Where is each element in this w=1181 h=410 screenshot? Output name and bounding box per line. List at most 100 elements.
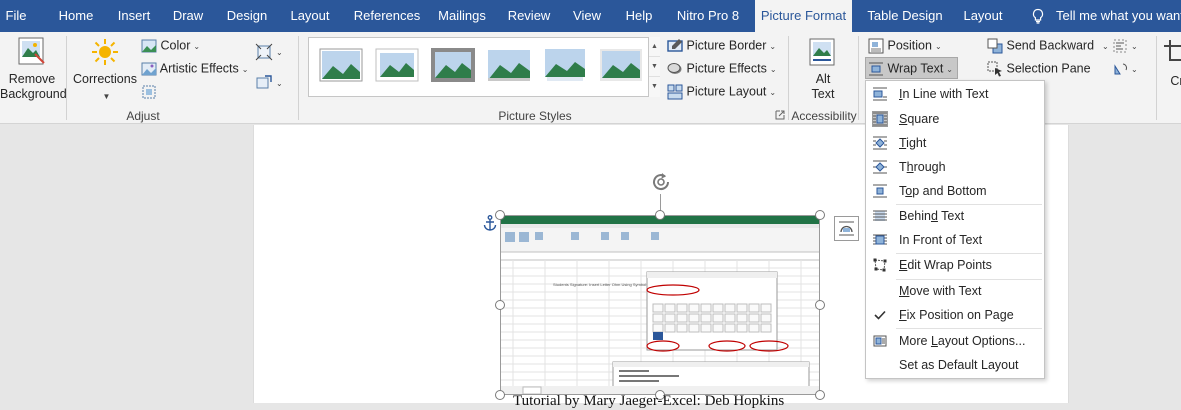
rotate-button[interactable]: ⌄ bbox=[1112, 61, 1138, 77]
tab-mailings[interactable]: Mailings bbox=[433, 0, 491, 32]
picture-style-thumbnail-selected[interactable] bbox=[431, 48, 475, 82]
selected-picture[interactable]: Students Signature: Insert Letter Ohm Us… bbox=[500, 215, 820, 395]
menu-item-fix-position-on-page[interactable]: Fix Position on Page bbox=[866, 303, 1044, 327]
menu-item-top-and-bottom[interactable]: Top and Bottom bbox=[866, 179, 1044, 203]
picture-border-icon bbox=[667, 39, 683, 52]
menu-item-more-layout-options[interactable]: More Layout Options... bbox=[866, 329, 1044, 353]
transparency-icon bbox=[142, 85, 156, 99]
menu-item-edit-wrap-points[interactable]: Edit Wrap Points bbox=[866, 253, 1044, 277]
group-label-accessibility: Accessibility bbox=[791, 109, 857, 123]
picture-style-thumbnail[interactable] bbox=[543, 48, 587, 82]
selection-pane-button[interactable]: Selection Pane bbox=[987, 61, 1091, 77]
svg-text:Students Signature: Insert Let: Students Signature: Insert Letter Ohm Us… bbox=[553, 282, 648, 287]
menu-item-label: Top and Bottom bbox=[899, 184, 987, 198]
menu-item-through[interactable]: Through bbox=[866, 155, 1044, 179]
gallery-scroll[interactable]: ▲ ▼ ▼ bbox=[648, 37, 660, 97]
menu-item-label: Set as Default Layout bbox=[899, 358, 1019, 372]
align-button[interactable]: ⌄ bbox=[1112, 38, 1138, 54]
color-label: Color bbox=[160, 38, 191, 53]
change-picture-icon bbox=[256, 75, 272, 89]
ribbon-separator bbox=[858, 36, 859, 120]
resize-handle-bottom-right[interactable] bbox=[815, 390, 825, 400]
chevron-down-icon: ▼ bbox=[102, 92, 111, 101]
wrap-text-button-label[interactable]: Wrap Text ⌄ bbox=[868, 61, 953, 77]
tab-table-layout[interactable]: Layout bbox=[957, 0, 1009, 32]
resize-handle-left[interactable] bbox=[495, 300, 505, 310]
resize-handle-top[interactable] bbox=[655, 210, 665, 220]
sun-icon bbox=[92, 39, 118, 65]
compress-pictures-icon bbox=[255, 43, 273, 61]
crop-button[interactable]: Cr bbox=[1162, 38, 1181, 89]
position-button[interactable]: Position ⌄ bbox=[868, 38, 942, 54]
resize-handle-right[interactable] bbox=[815, 300, 825, 310]
tab-home[interactable]: Home bbox=[52, 0, 100, 32]
menu-item-in-front-of-text[interactable]: In Front of Text bbox=[866, 228, 1044, 252]
tab-table-design[interactable]: Table Design bbox=[862, 0, 948, 32]
menu-item-square[interactable]: Square bbox=[866, 107, 1044, 131]
resize-handle-bottom-left[interactable] bbox=[495, 390, 505, 400]
menu-item-set-as-default-layout[interactable]: Set as Default Layout bbox=[866, 353, 1044, 377]
alt-text-icon bbox=[809, 38, 835, 66]
tab-picture-format[interactable]: Picture Format bbox=[755, 0, 852, 32]
tab-file[interactable]: File bbox=[0, 0, 32, 32]
tab-review[interactable]: Review bbox=[503, 0, 555, 32]
through-wrap-icon bbox=[873, 160, 887, 174]
transparency-button[interactable] bbox=[141, 84, 157, 100]
corrections-button[interactable]: Corrections ▼ bbox=[72, 37, 138, 104]
in-line-with-text-icon bbox=[873, 87, 887, 101]
picture-border-button[interactable]: Picture Border ⌄ bbox=[667, 38, 776, 54]
remove-background-line2: Background bbox=[0, 87, 67, 101]
resize-handle-top-right[interactable] bbox=[815, 210, 825, 220]
chevron-down-icon: ⌄ bbox=[934, 42, 942, 52]
menu-item-behind-text[interactable]: Behind Text bbox=[866, 204, 1044, 228]
in-front-of-text-icon bbox=[873, 234, 887, 245]
menu-item-in-line-with-text[interactable]: In Line with Text bbox=[866, 82, 1044, 106]
tab-help[interactable]: Help bbox=[619, 0, 659, 32]
chevron-down-icon: ⌄ bbox=[769, 65, 777, 75]
tab-layout[interactable]: Layout bbox=[284, 0, 336, 32]
tell-me-text: Tell me what you want t bbox=[1056, 8, 1181, 23]
picture-style-thumbnail[interactable] bbox=[375, 48, 419, 82]
compress-pictures-button[interactable]: ⌄ bbox=[255, 43, 283, 61]
change-picture-button[interactable]: ⌄ bbox=[255, 74, 283, 92]
square-wrap-icon bbox=[873, 112, 887, 126]
picture-effects-button[interactable]: Picture Effects ⌄ bbox=[667, 61, 777, 77]
picture-style-thumbnail[interactable] bbox=[319, 48, 363, 82]
menu-item-tight[interactable]: Tight bbox=[866, 131, 1044, 155]
menu-item-label: In Line with Text bbox=[899, 87, 989, 101]
remove-background-button[interactable]: Remove Background bbox=[0, 37, 67, 102]
artistic-effects-button[interactable]: Artistic Effects ⌄ bbox=[141, 61, 248, 77]
scroll-up-icon[interactable]: ▲ bbox=[649, 37, 660, 57]
tight-wrap-icon bbox=[873, 136, 887, 150]
picture-border-label: Picture Border bbox=[686, 38, 767, 53]
tab-nitro-pro[interactable]: Nitro Pro 8 bbox=[671, 0, 745, 32]
tab-view[interactable]: View bbox=[567, 0, 607, 32]
tab-insert[interactable]: Insert bbox=[111, 0, 157, 32]
behind-text-icon bbox=[873, 210, 887, 221]
alt-text-button[interactable]: Alt Text bbox=[800, 38, 846, 102]
color-picture-icon bbox=[141, 39, 157, 53]
chevron-down-icon: ⌄ bbox=[769, 88, 777, 98]
corrections-label: Corrections bbox=[73, 72, 137, 86]
position-icon bbox=[868, 38, 884, 54]
gallery-more-icon[interactable]: ▼ bbox=[649, 77, 660, 97]
dialog-launcher-icon[interactable] bbox=[775, 110, 785, 120]
picture-style-thumbnail[interactable] bbox=[487, 48, 531, 82]
scroll-down-icon[interactable]: ▼ bbox=[649, 57, 660, 77]
picture-effects-icon bbox=[667, 63, 682, 74]
excel-screenshot-image: Students Signature: Insert Letter Ohm Us… bbox=[501, 216, 819, 394]
tell-me-search[interactable]: Tell me what you want t bbox=[1028, 0, 1181, 32]
menu-item-label: Behind Text bbox=[899, 209, 965, 223]
tab-draw[interactable]: Draw bbox=[168, 0, 208, 32]
rotate-handle-icon[interactable] bbox=[649, 170, 673, 194]
menu-item-move-with-text[interactable]: Move with Text bbox=[866, 279, 1044, 303]
layout-options-button[interactable] bbox=[834, 216, 859, 241]
send-backward-button[interactable]: Send Backward ⌄ bbox=[987, 38, 1109, 54]
color-button[interactable]: Color ⌄ bbox=[141, 38, 200, 54]
resize-handle-top-left[interactable] bbox=[495, 210, 505, 220]
tab-design[interactable]: Design bbox=[221, 0, 273, 32]
picture-layout-button[interactable]: Picture Layout ⌄ bbox=[667, 84, 776, 100]
picture-effects-label: Picture Effects bbox=[686, 61, 767, 76]
tab-references[interactable]: References bbox=[348, 0, 426, 32]
picture-style-thumbnail[interactable] bbox=[599, 48, 643, 82]
